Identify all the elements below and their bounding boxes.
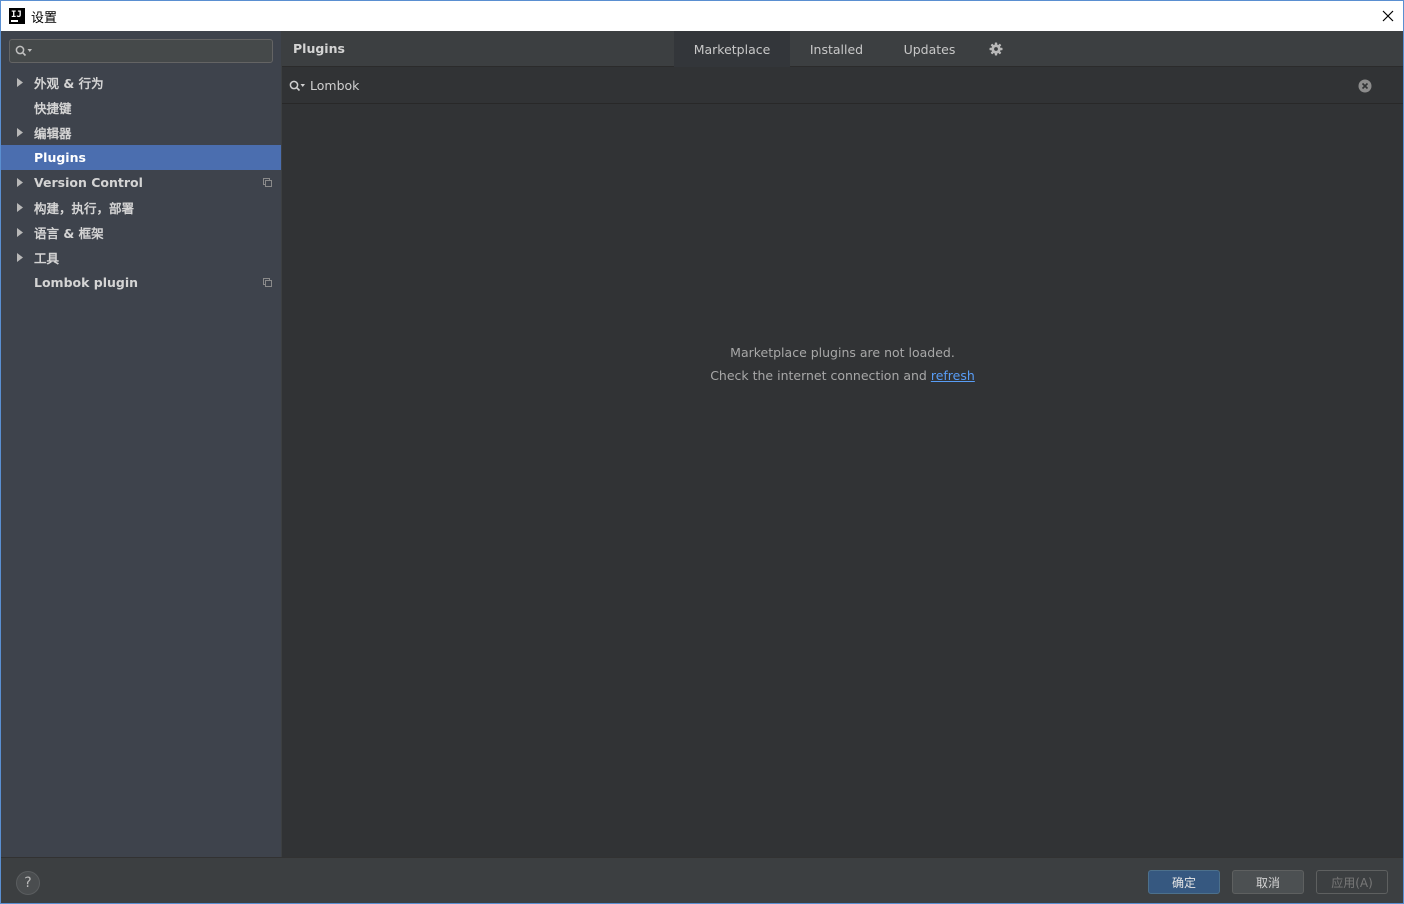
sidebar-item-label: Plugins: [34, 150, 86, 165]
sidebar-item-label: 外观 & 行为: [34, 76, 104, 91]
project-settings-icon: [263, 178, 272, 187]
expand-arrow-icon: [17, 228, 23, 237]
sidebar-item-version-control[interactable]: Version Control: [1, 170, 281, 195]
settings-sidebar: 外观 & 行为 快捷键 编辑器 Plugins Version Control: [1, 31, 281, 857]
intellij-icon: IJ: [9, 8, 25, 24]
sidebar-item-appearance[interactable]: 外观 & 行为: [1, 70, 281, 95]
help-button[interactable]: ?: [16, 871, 40, 895]
ok-button[interactable]: 确定: [1148, 870, 1220, 894]
plugin-search-bar: [282, 68, 1403, 104]
sidebar-item-label: Version Control: [34, 175, 143, 190]
apply-button[interactable]: 应用(A): [1316, 870, 1388, 894]
sidebar-item-plugins[interactable]: Plugins: [1, 145, 281, 170]
message-line-1: Marketplace plugins are not loaded.: [730, 345, 955, 360]
sidebar-item-editor[interactable]: 编辑器: [1, 120, 281, 145]
clear-search-icon[interactable]: [1358, 79, 1372, 93]
expand-arrow-icon: [17, 78, 23, 87]
settings-search-field[interactable]: [9, 39, 273, 63]
plugin-settings-button[interactable]: [981, 31, 1011, 67]
refresh-link[interactable]: refresh: [931, 368, 975, 383]
sidebar-item-label: 编辑器: [34, 126, 72, 141]
search-icon: [15, 45, 32, 57]
sidebar-item-label: 语言 & 框架: [34, 226, 104, 241]
title-bar: IJ 设置: [1, 1, 1403, 31]
sidebar-item-keymap[interactable]: 快捷键: [1, 95, 281, 120]
sidebar-item-lombok-plugin[interactable]: Lombok plugin: [1, 270, 281, 295]
expand-arrow-icon: [17, 178, 23, 187]
sidebar-item-label: 构建，执行，部署: [34, 201, 135, 216]
sidebar-item-label: 快捷键: [34, 101, 72, 116]
settings-window: IJ 设置 外观 & 行为 快捷键 编辑器 Plugins Version Co…: [0, 0, 1404, 904]
project-settings-icon: [263, 278, 272, 287]
close-button[interactable]: [1373, 1, 1403, 31]
gear-icon: [989, 42, 1003, 56]
expand-arrow-icon: [17, 253, 23, 262]
sidebar-item-languages[interactable]: 语言 & 框架: [1, 220, 281, 245]
tab-updates[interactable]: Updates: [883, 31, 976, 67]
dialog-footer: ? 确定 取消 应用(A): [1, 857, 1403, 903]
search-icon: [289, 80, 305, 91]
message-line-2-text: Check the internet connection and: [710, 368, 931, 383]
close-icon: [1382, 10, 1394, 22]
sidebar-item-label: 工具: [34, 251, 60, 266]
tab-installed[interactable]: Installed: [790, 31, 883, 67]
sidebar-item-build[interactable]: 构建，执行，部署: [1, 195, 281, 220]
plugins-pane: Plugins Marketplace Installed Updates Lo…: [282, 31, 1403, 857]
sidebar-item-label: Lombok plugin: [34, 275, 139, 290]
settings-nav: 外观 & 行为 快捷键 编辑器 Plugins Version Control: [1, 70, 281, 295]
empty-state-message: Marketplace plugins are not loaded. Chec…: [282, 341, 1403, 387]
expand-arrow-icon: [17, 128, 23, 137]
sidebar-item-tools[interactable]: 工具: [1, 245, 281, 270]
plugin-search-input[interactable]: [310, 78, 1210, 93]
cancel-button[interactable]: 取消: [1232, 870, 1304, 894]
plugins-header: Plugins Marketplace Installed Updates: [282, 31, 1403, 67]
page-title: Plugins: [293, 41, 345, 56]
message-line-2: Check the internet connection and refres…: [282, 364, 1403, 387]
tab-marketplace[interactable]: Marketplace: [674, 31, 790, 67]
plugins-tabs: Marketplace Installed Updates: [674, 31, 1011, 67]
expand-arrow-icon: [17, 203, 23, 212]
window-title: 设置: [31, 10, 58, 26]
